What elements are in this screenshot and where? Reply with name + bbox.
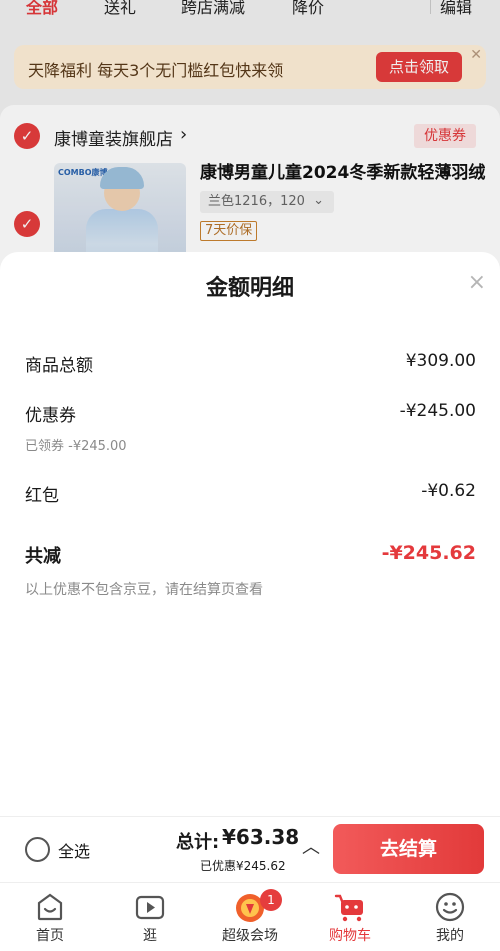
select-all-radio[interactable]: [25, 837, 50, 862]
close-icon[interactable]: ×: [468, 270, 486, 295]
tab-home[interactable]: 首页: [0, 883, 100, 951]
coupon-claimed-note: 已领券 -¥245.00: [25, 439, 127, 454]
tab-label: 首页: [36, 928, 64, 944]
tab-label: 购物车: [329, 928, 371, 944]
coupon-label: 优惠券: [25, 406, 76, 426]
select-all-label[interactable]: 全选: [58, 838, 90, 862]
amount-detail-sheet: 金额明细 × 商品总额 ¥309.00 优惠券 -¥245.00 已领券 -¥2…: [0, 252, 500, 816]
home-icon: [37, 893, 63, 921]
checkout-button[interactable]: 去结算: [333, 824, 484, 874]
goods-total-value: ¥309.00: [405, 351, 476, 371]
goods-total-label: 商品总额: [25, 356, 93, 376]
tab-profile[interactable]: 我的: [400, 883, 500, 951]
profile-icon: [435, 892, 465, 922]
notification-badge: 1: [260, 889, 282, 911]
bottom-tab-bar: 首页 逛 1 超级会场 购物车 我的: [0, 882, 500, 951]
saved-amount[interactable]: 已优惠¥245.62: [200, 857, 286, 874]
coupon-value: -¥245.00: [399, 401, 476, 421]
tab-label: 我的: [436, 928, 464, 944]
total-discount-label: 共减: [25, 546, 61, 567]
tab-event[interactable]: 1 超级会场: [200, 883, 300, 951]
video-icon: [135, 895, 165, 920]
red-packet-value: -¥0.62: [421, 481, 476, 501]
checkout-bar: 全选 总计: ¥63.38 已优惠¥245.62 ︿ 去结算: [0, 816, 500, 882]
chevron-up-icon[interactable]: ︿: [302, 833, 320, 859]
total-amount: ¥63.38: [222, 825, 300, 849]
tab-label: 逛: [143, 928, 157, 944]
discount-note: 以上优惠不包含京豆，请在结算页查看: [25, 582, 263, 598]
cart-icon: [334, 894, 363, 922]
tab-cart[interactable]: 购物车: [300, 883, 400, 951]
total-discount-value: -¥245.62: [381, 542, 476, 564]
tab-label: 超级会场: [222, 928, 278, 944]
sheet-title: 金额明细: [205, 276, 294, 301]
total-label: 总计:: [176, 832, 220, 853]
red-packet-label: 红包: [25, 486, 59, 506]
overlay-dim: [0, 0, 500, 275]
tab-explore[interactable]: 逛: [100, 883, 200, 951]
